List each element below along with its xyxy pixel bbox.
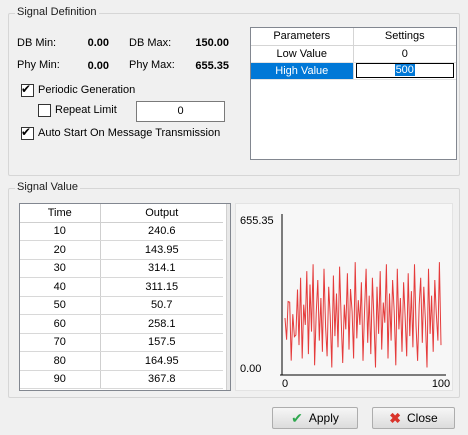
list-item[interactable]: 10 240.6 — [20, 222, 223, 241]
output-cell[interactable]: 240.6 — [100, 222, 223, 241]
apply-label: Apply — [308, 411, 339, 425]
repeat-limit-checkbox[interactable] — [38, 104, 51, 117]
time-cell[interactable]: 80 — [20, 351, 101, 371]
time-cell[interactable]: 50 — [20, 296, 101, 315]
signal-value-list[interactable]: Time Output 10 240.6 20 143.95 30 314.1 40 311.… — [19, 203, 231, 391]
list-item[interactable]: 20 143.95 — [20, 240, 223, 260]
time-cell[interactable]: 60 — [20, 314, 101, 334]
time-cell[interactable]: 90 — [20, 370, 101, 389]
output-cell[interactable]: 157.5 — [100, 333, 223, 352]
signal-definition-group: Signal Definition DB Min: 0.00 DB Max: 1… — [8, 6, 460, 176]
periodic-generation-checkbox[interactable]: ✔ — [21, 82, 34, 97]
db-max-value: 150.00 — [195, 37, 229, 49]
settings-header[interactable]: Settings — [353, 28, 456, 46]
high-value-param[interactable]: High Value — [251, 62, 354, 80]
output-cell[interactable]: 143.95 — [100, 240, 223, 260]
output-series-line — [284, 262, 442, 368]
list-item[interactable]: 30 314.1 — [20, 259, 223, 278]
grid-row-low-value[interactable]: Low Value 0 — [251, 45, 456, 63]
time-cell[interactable]: 40 — [20, 277, 101, 297]
high-value-setting[interactable]: 500 — [394, 64, 415, 76]
auto-start-checkbox[interactable]: ✔ — [21, 125, 34, 140]
checkmark-icon: ✔ — [21, 82, 32, 96]
output-cell[interactable]: 367.8 — [100, 370, 223, 389]
close-label: Close — [407, 411, 438, 425]
phy-max-label: Phy Max: — [129, 59, 175, 71]
high-value-setting-cell[interactable]: 500 — [353, 62, 456, 80]
chart-svg: 655.35 0.00 0 100 — [240, 214, 450, 390]
repeat-limit-label[interactable]: Repeat Limit — [55, 104, 117, 116]
time-column-header[interactable]: Time — [20, 204, 101, 223]
x-tick-label-end: 100 — [432, 378, 450, 390]
phy-max-value: 655.35 — [195, 60, 229, 72]
parameters-header[interactable]: Parameters — [251, 28, 354, 46]
signal-chart: 655.35 0.00 0 100 — [235, 203, 453, 391]
auto-start-label[interactable]: Auto Start On Message Transmission — [38, 127, 220, 139]
list-item[interactable]: 90 367.8 — [20, 370, 223, 389]
periodic-generation-label[interactable]: Periodic Generation — [38, 84, 135, 96]
list-item[interactable]: 50 50.7 — [20, 296, 223, 315]
db-max-label: DB Max: — [129, 37, 172, 49]
high-value-edit-box[interactable]: 500 — [355, 63, 454, 78]
output-cell[interactable]: 164.95 — [100, 351, 223, 371]
close-icon: ✖ — [389, 410, 402, 426]
output-cell[interactable]: 314.1 — [100, 259, 223, 278]
list-item[interactable]: 80 164.95 — [20, 351, 223, 371]
output-column-header[interactable]: Output — [100, 204, 223, 223]
list-item[interactable]: 40 311.15 — [20, 277, 223, 297]
x-tick-label-start: 0 — [282, 378, 288, 390]
output-cell[interactable]: 311.15 — [100, 277, 223, 297]
time-cell[interactable]: 70 — [20, 333, 101, 352]
checkmark-icon: ✔ — [291, 410, 303, 426]
y-min-tick-label: 0.00 — [240, 363, 261, 375]
grid-row-high-value[interactable]: High Value 500 — [251, 62, 456, 80]
signal-value-title: Signal Value — [15, 181, 80, 193]
list-scrollbar[interactable] — [226, 204, 230, 390]
db-min-value: 0.00 — [87, 37, 109, 49]
time-cell[interactable]: 30 — [20, 259, 101, 278]
low-value-setting[interactable]: 0 — [353, 45, 456, 63]
parameters-grid[interactable]: Parameters Settings Low Value 0 High Val… — [250, 27, 457, 160]
low-value-param[interactable]: Low Value — [251, 45, 354, 63]
phy-min-label: Phy Min: — [17, 59, 60, 71]
apply-button[interactable]: ✔ Apply — [272, 407, 358, 429]
time-cell[interactable]: 20 — [20, 240, 101, 260]
signal-value-group: Signal Value Time Output 10 240.6 20 143.95… — [8, 181, 460, 398]
output-cell[interactable]: 50.7 — [100, 296, 223, 315]
y-max-tick-label: 655.35 — [240, 215, 274, 227]
repeat-limit-input[interactable]: 0 — [136, 101, 225, 122]
list-item[interactable]: 70 157.5 — [20, 333, 223, 352]
list-item[interactable]: 60 258.1 — [20, 314, 223, 334]
time-cell[interactable]: 10 — [20, 222, 101, 241]
output-cell[interactable]: 258.1 — [100, 314, 223, 334]
signal-definition-title: Signal Definition — [15, 6, 99, 18]
close-button[interactable]: ✖ Close — [372, 407, 455, 429]
phy-min-value: 0.00 — [87, 60, 109, 72]
checkmark-icon: ✔ — [21, 125, 32, 139]
db-min-label: DB Min: — [17, 37, 57, 49]
